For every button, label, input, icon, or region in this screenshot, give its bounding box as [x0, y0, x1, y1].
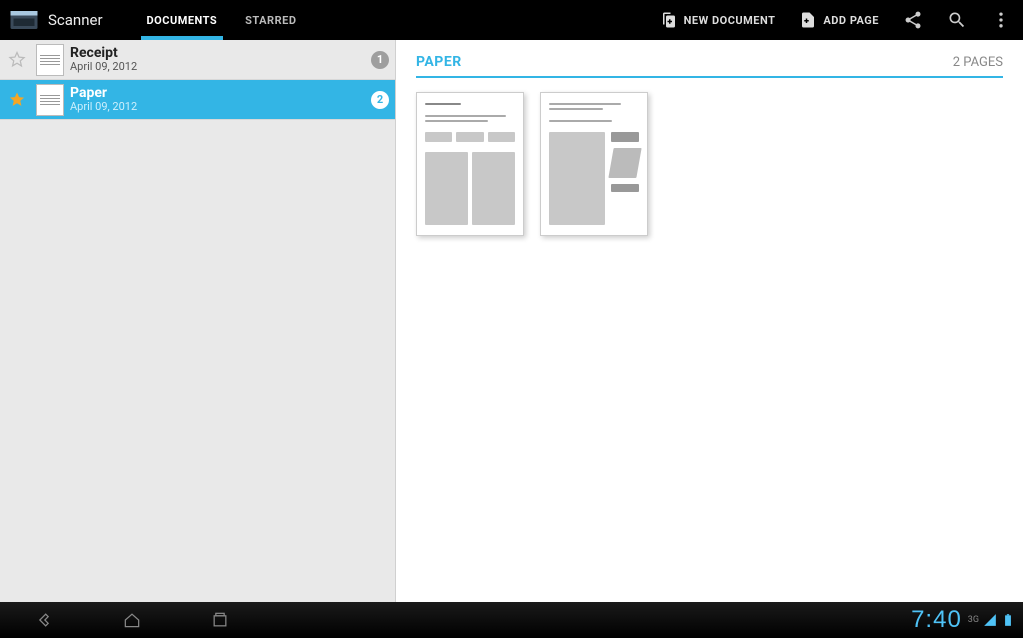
document-detail: PAPER 2 PAGES [396, 40, 1023, 602]
battery-icon [1001, 613, 1015, 627]
document-meta: Paper April 09, 2012 [70, 86, 371, 113]
back-button[interactable] [30, 606, 58, 634]
overflow-icon [991, 10, 1011, 30]
document-item-paper[interactable]: Paper April 09, 2012 2 [0, 80, 395, 120]
document-date: April 09, 2012 [70, 101, 371, 113]
star-filled-icon [7, 90, 27, 110]
document-thumbnail [36, 44, 64, 76]
new-document-label: NEW DOCUMENT [684, 14, 776, 27]
page-count-badge: 2 [371, 91, 389, 109]
document-list: Receipt April 09, 2012 1 Paper April 09,… [0, 40, 396, 602]
tab-bar: DOCUMENTS STARRED [133, 0, 311, 40]
search-button[interactable] [935, 0, 979, 40]
main-area: Receipt April 09, 2012 1 Paper April 09,… [0, 40, 1023, 602]
document-thumbnail [36, 84, 64, 116]
search-icon [947, 10, 967, 30]
detail-header: PAPER 2 PAGES [416, 54, 1003, 78]
add-page-button[interactable]: ADD PAGE [787, 0, 891, 40]
app-icon [6, 2, 42, 38]
home-button[interactable] [118, 606, 146, 634]
document-title: Paper [70, 86, 371, 101]
system-nav-bar: 7:40 3G [0, 602, 1023, 638]
overflow-button[interactable] [979, 0, 1023, 40]
detail-title: PAPER [416, 54, 462, 70]
add-page-icon [799, 11, 817, 29]
document-date: April 09, 2012 [70, 61, 371, 73]
document-title: Receipt [70, 46, 371, 61]
share-icon [903, 10, 923, 30]
app-title: Scanner [48, 11, 103, 29]
detail-page-count: 2 PAGES [953, 55, 1003, 70]
recents-icon [210, 610, 230, 630]
add-page-label: ADD PAGE [823, 14, 879, 27]
tab-starred[interactable]: STARRED [231, 0, 310, 40]
document-item-receipt[interactable]: Receipt April 09, 2012 1 [0, 40, 395, 80]
page-thumbnails [416, 92, 1003, 236]
new-document-button[interactable]: NEW DOCUMENT [648, 0, 788, 40]
star-outline-icon [7, 50, 27, 70]
share-button[interactable] [891, 0, 935, 40]
clock: 7:40 [911, 606, 962, 634]
home-icon [122, 610, 142, 630]
back-icon [34, 610, 54, 630]
tab-documents[interactable]: DOCUMENTS [133, 0, 232, 40]
star-toggle[interactable] [4, 90, 30, 110]
recents-button[interactable] [206, 606, 234, 634]
network-label: 3G [968, 615, 979, 625]
action-bar: Scanner DOCUMENTS STARRED NEW DOCUMENT A… [0, 0, 1023, 40]
page-thumbnail-2[interactable] [540, 92, 648, 236]
status-icons: 3G [968, 613, 1015, 627]
star-toggle[interactable] [4, 50, 30, 70]
new-document-icon [660, 11, 678, 29]
page-thumbnail-1[interactable] [416, 92, 524, 236]
document-meta: Receipt April 09, 2012 [70, 46, 371, 73]
page-count-badge: 1 [371, 51, 389, 69]
signal-icon [983, 613, 997, 627]
